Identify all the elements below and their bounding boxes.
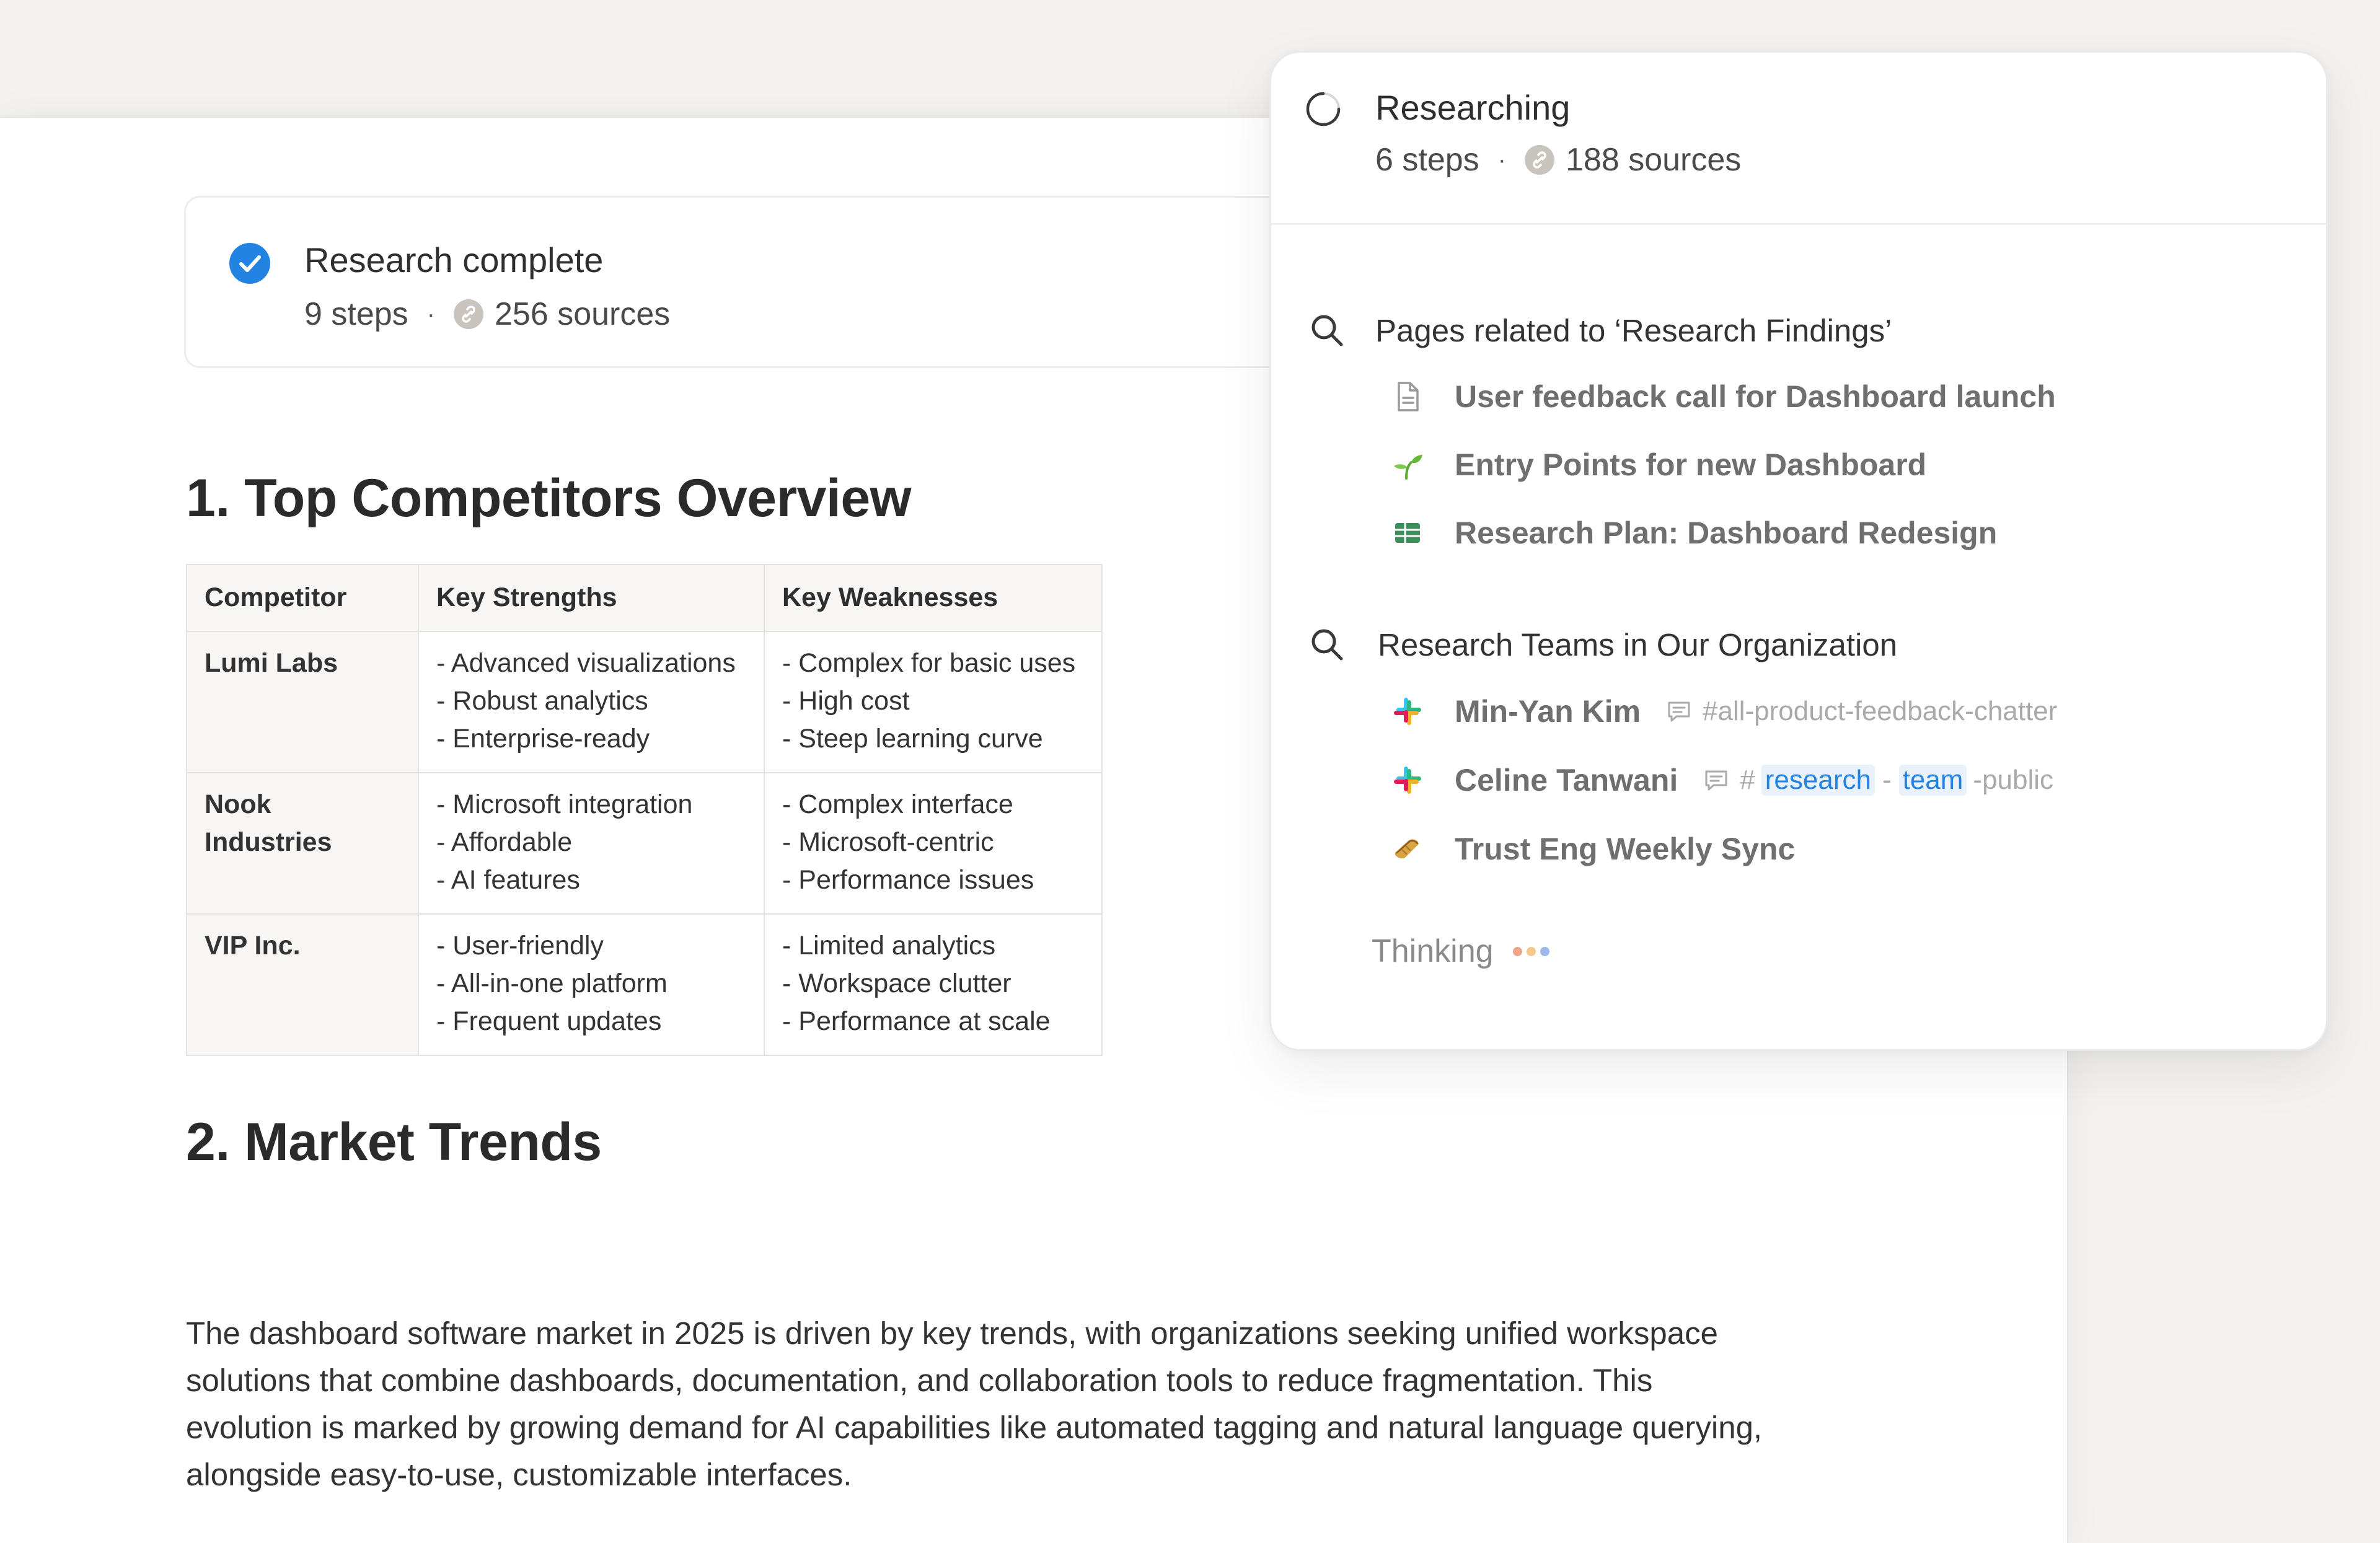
sprout-icon bbox=[1390, 447, 1425, 482]
section-heading-market-trends: 2. Market Trends bbox=[186, 1112, 602, 1172]
competitor-name: Lumi Labs bbox=[186, 631, 419, 773]
steps-count: 9 steps bbox=[304, 296, 408, 332]
link-icon bbox=[453, 299, 483, 329]
steps-count: 6 steps bbox=[1375, 142, 1479, 178]
result-label: User feedback call for Dashboard launch bbox=[1455, 379, 2056, 414]
sources-count: 188 sources bbox=[1565, 142, 1742, 178]
search-query-research-teams: Research Teams in Our Organization bbox=[1378, 627, 1898, 662]
cell-line: - AI features bbox=[436, 865, 580, 895]
table-row: Nook Industries - Microsoft integration … bbox=[186, 772, 1103, 915]
channel-dash: - bbox=[1882, 765, 1892, 795]
cell-line: - Robust analytics bbox=[436, 686, 648, 716]
result-label: Min-Yan Kim bbox=[1455, 694, 1641, 729]
market-trends-paragraph: The dashboard software market in 2025 is… bbox=[186, 1316, 1763, 1492]
strengths-cell: - User-friendly - All-in-one platform - … bbox=[418, 913, 765, 1056]
thinking-indicator: Thinking bbox=[1372, 933, 1549, 970]
cell-line: - Frequent updates bbox=[436, 1006, 662, 1036]
table-row: VIP Inc. - User-friendly - All-in-one pl… bbox=[186, 913, 1103, 1056]
research-status-meta: 9 steps · 256 sources bbox=[304, 296, 670, 333]
competitor-name: Nook Industries bbox=[186, 772, 419, 915]
table-header-row: Competitor Key Strengths Key Weaknesses bbox=[186, 564, 1103, 632]
thinking-dot bbox=[1526, 946, 1536, 956]
comment-icon bbox=[1664, 697, 1694, 726]
result-label: Entry Points for new Dashboard bbox=[1455, 447, 1927, 482]
cell-line: - Complex interface bbox=[782, 789, 1013, 819]
cell-line: - Enterprise-ready bbox=[436, 724, 650, 754]
channel-highlight: research bbox=[1761, 765, 1875, 796]
channel-reference[interactable]: #all-product-feedback-chatter bbox=[1664, 696, 2057, 727]
table-header: Key Weaknesses bbox=[764, 564, 1103, 632]
competitors-table: Competitor Key Strengths Key Weaknesses … bbox=[186, 564, 1103, 1056]
cell-line: - Affordable bbox=[436, 827, 573, 857]
cell-line: - All-in-one platform bbox=[436, 969, 668, 998]
competitor-name: VIP Inc. bbox=[186, 913, 419, 1056]
result-label: Celine Tanwani bbox=[1455, 763, 1678, 798]
weaknesses-cell: - Complex for basic uses - High cost - S… bbox=[764, 631, 1103, 773]
result-research-plan[interactable]: Research Plan: Dashboard Redesign bbox=[1390, 511, 1997, 555]
link-icon bbox=[1524, 145, 1554, 175]
cell-line: - Microsoft integration bbox=[436, 789, 693, 819]
table-row: Lumi Labs - Advanced visualizations - Ro… bbox=[186, 631, 1103, 773]
cell-line: - High cost bbox=[782, 686, 910, 716]
sources-count: 256 sources bbox=[494, 296, 671, 332]
channel-reference[interactable]: # research - team -public bbox=[1701, 765, 2053, 796]
cell-line: - User-friendly bbox=[436, 931, 604, 961]
search-query-research-findings: Pages related to ‘Research Findings’ bbox=[1375, 313, 1892, 348]
thinking-dot bbox=[1512, 946, 1522, 956]
thinking-label: Thinking bbox=[1372, 933, 1494, 969]
weaknesses-cell: - Limited analytics - Workspace clutter … bbox=[764, 913, 1103, 1056]
meta-separator: · bbox=[1497, 146, 1506, 174]
cell-line: - Steep learning curve bbox=[782, 724, 1043, 754]
slack-icon bbox=[1390, 694, 1425, 729]
channel-highlight: team bbox=[1898, 765, 1967, 796]
result-entry-points[interactable]: Entry Points for new Dashboard bbox=[1390, 443, 1926, 486]
result-label: Trust Eng Weekly Sync bbox=[1455, 832, 1796, 866]
panel-title: Researching bbox=[1375, 88, 1571, 127]
result-min-yan-kim[interactable]: Min-Yan Kim #all-product-feedback-chatte… bbox=[1390, 690, 2057, 733]
meta-separator: · bbox=[426, 300, 435, 328]
check-circle-icon bbox=[229, 243, 270, 284]
weaknesses-cell: - Complex interface - Microsoft-centric … bbox=[764, 772, 1103, 915]
cell-line: - Workspace clutter bbox=[782, 969, 1011, 998]
research-panel: Researching 6 steps · 188 sources Pages … bbox=[1269, 51, 2328, 1051]
cell-line: - Advanced visualizations bbox=[436, 648, 736, 678]
strengths-cell: - Microsoft integration - Affordable - A… bbox=[418, 772, 765, 915]
table-header: Competitor bbox=[186, 564, 419, 632]
comment-icon bbox=[1701, 765, 1731, 795]
cell-line: - Complex for basic uses bbox=[782, 648, 1076, 678]
search-icon bbox=[1311, 629, 1343, 661]
document-icon bbox=[1390, 379, 1425, 414]
result-trust-eng-weekly-sync[interactable]: Trust Eng Weekly Sync bbox=[1390, 827, 1795, 871]
result-celine-tanwani[interactable]: Celine Tanwani # research - team -public bbox=[1390, 758, 2053, 802]
channel-hash: # bbox=[1740, 765, 1755, 795]
channel-name: #all-product-feedback-chatter bbox=[1703, 696, 2058, 726]
section-heading-competitors: 1. Top Competitors Overview bbox=[186, 468, 912, 528]
search-icon bbox=[1311, 315, 1343, 346]
research-complete-card[interactable]: Research complete 9 steps · 256 sources bbox=[184, 196, 1343, 368]
channel-suffix: -public bbox=[1973, 765, 2054, 795]
loading-spinner-icon bbox=[1306, 92, 1341, 126]
panel-meta: 6 steps · 188 sources bbox=[1375, 141, 1741, 178]
strengths-cell: - Advanced visualizations - Robust analy… bbox=[418, 631, 765, 773]
table-header: Key Strengths bbox=[418, 564, 765, 632]
slack-icon bbox=[1390, 763, 1425, 798]
cell-line: - Limited analytics bbox=[782, 931, 996, 961]
panel-header[interactable]: Researching 6 steps · 188 sources bbox=[1271, 53, 2326, 225]
research-status-title: Research complete bbox=[304, 240, 604, 279]
bread-icon bbox=[1390, 832, 1425, 866]
table-icon bbox=[1390, 516, 1425, 550]
thinking-dot bbox=[1540, 946, 1549, 956]
result-label: Research Plan: Dashboard Redesign bbox=[1455, 516, 1998, 550]
cell-line: - Performance at scale bbox=[782, 1006, 1051, 1036]
result-user-feedback-call[interactable]: User feedback call for Dashboard launch bbox=[1390, 375, 2056, 418]
cell-line: - Microsoft-centric bbox=[782, 827, 994, 857]
cell-line: - Performance issues bbox=[782, 865, 1034, 895]
